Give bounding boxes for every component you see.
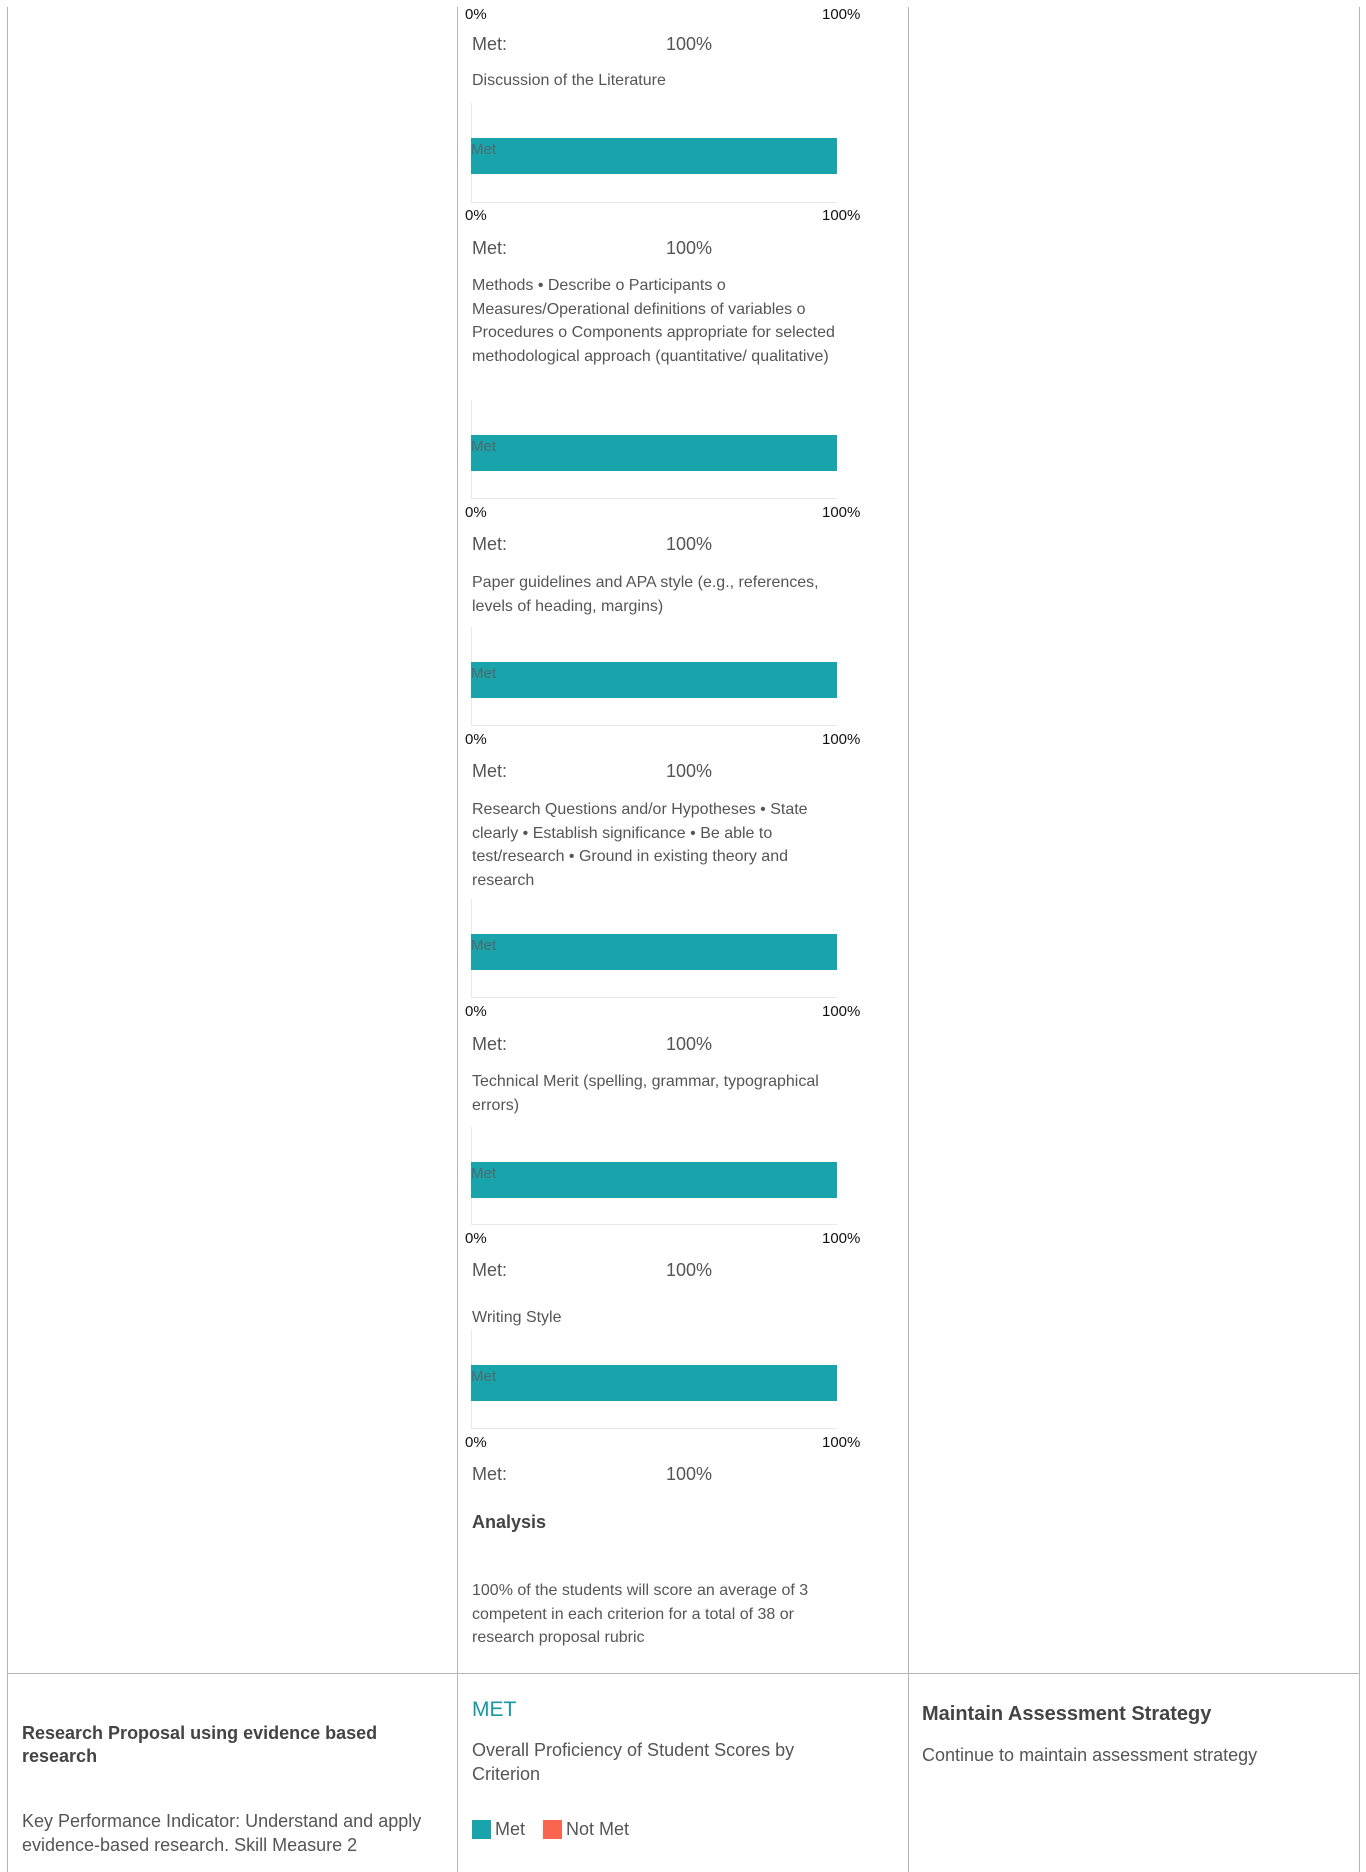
met-label: Met: (472, 34, 508, 54)
table-border-right (1359, 7, 1360, 1872)
chart-axis-line (471, 202, 837, 203)
met-value: 100% (666, 1260, 713, 1280)
action-text: Continue to maintain assessment strategy (922, 1745, 1258, 1765)
chart-axis-line (471, 1428, 837, 1429)
chart-bar-met: Met (471, 138, 837, 174)
table-divider-1 (457, 7, 458, 1872)
tick-min-label: 0% (465, 504, 487, 521)
chart-axis-line (471, 498, 837, 499)
action-title: Maintain Assessment Strategy (922, 1703, 1212, 1725)
criterion-label: Methods • Describe o Participants o Meas… (472, 277, 835, 365)
analysis-heading: Analysis (472, 1512, 547, 1532)
tick-max-label: 100% (822, 731, 861, 748)
chart-bar-met: Met (471, 662, 837, 698)
met-label: Met: (472, 1464, 508, 1484)
chart-bar-met: Met (471, 1162, 837, 1198)
met-label: Met: (472, 1034, 508, 1054)
analysis-text: 100% of the students will score an avera… (472, 1582, 809, 1646)
chart-axis-line (471, 1224, 837, 1225)
tick-max-label: 100% (822, 1003, 861, 1020)
met-value: 100% (666, 1034, 713, 1054)
tick-min-label: 0% (465, 6, 487, 23)
legend-swatch-met (472, 1820, 491, 1839)
chart-axis-line (471, 997, 837, 998)
met-value: 100% (666, 1464, 713, 1484)
chart-bar-met: Met (471, 435, 837, 471)
bar-data-label: Met (471, 1368, 497, 1385)
measure-kpi: Key Performance Indicator: Understand an… (22, 1811, 422, 1855)
criterion-label: Discussion of the Literature (472, 72, 666, 89)
tick-min-label: 0% (465, 1003, 487, 1020)
table-divider-2 (908, 7, 909, 1872)
criterion-label: Paper guidelines and APA style (e.g., re… (472, 574, 819, 615)
met-label: Met: (472, 761, 508, 781)
criterion-label: Research Questions and/or Hypotheses • S… (472, 801, 808, 889)
tick-max-label: 100% (822, 1434, 861, 1451)
chart-axis-line (471, 725, 837, 726)
status-badge: MET (472, 1698, 517, 1721)
tick-min-label: 0% (465, 207, 487, 224)
table-border-left (7, 7, 8, 1872)
bar-data-label: Met (471, 438, 497, 455)
met-value: 100% (666, 761, 713, 781)
tick-max-label: 100% (822, 207, 861, 224)
tick-max-label: 100% (822, 6, 861, 23)
measure-title: Research Proposal using evidence based r… (22, 1723, 378, 1766)
bar-data-label: Met (471, 937, 497, 954)
bar-data-label: Met (471, 1165, 497, 1182)
legend-label-not-met: Not Met (566, 1819, 630, 1839)
tick-min-label: 0% (465, 1434, 487, 1451)
tick-max-label: 100% (822, 1230, 861, 1247)
met-label: Met: (472, 534, 508, 554)
met-value: 100% (666, 34, 713, 54)
criterion-label: Technical Merit (spelling, grammar, typo… (472, 1073, 819, 1114)
met-label: Met: (472, 1260, 508, 1280)
tick-min-label: 0% (465, 1230, 487, 1247)
met-value: 100% (666, 238, 713, 258)
bar-data-label: Met (471, 665, 497, 682)
criterion-label: Writing Style (472, 1309, 562, 1326)
legend-swatch-not-met (543, 1820, 562, 1839)
chart-bar-met: Met (471, 934, 837, 970)
tick-min-label: 0% (465, 731, 487, 748)
table-row-divider (7, 1673, 1360, 1674)
chart-bar-met: Met (471, 1365, 837, 1401)
met-value: 100% (666, 534, 713, 554)
legend-label-met: Met (495, 1819, 526, 1839)
tick-max-label: 100% (822, 504, 861, 521)
bar-data-label: Met (471, 141, 497, 158)
met-label: Met: (472, 238, 508, 258)
chart-title: Overall Proficiency of Student Scores by… (472, 1740, 795, 1784)
